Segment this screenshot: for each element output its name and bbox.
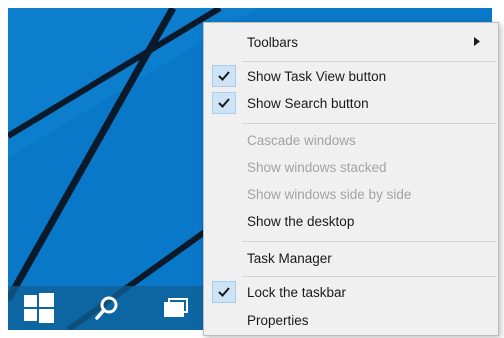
start-button[interactable] (14, 286, 64, 330)
menu-item-label: Task Manager (247, 250, 332, 266)
menu-item-label: Show windows stacked (247, 159, 387, 175)
menu-item-lock-the-taskbar[interactable]: Lock the taskbar (204, 279, 498, 305)
check-highlight (212, 281, 236, 303)
menu-separator (242, 61, 496, 62)
menu-item-properties[interactable]: Properties (204, 307, 498, 333)
menu-item-label: Show windows side by side (247, 186, 412, 202)
task-view-button[interactable] (152, 286, 202, 330)
menu-separator (242, 241, 496, 242)
menu-item-label: Properties (247, 312, 309, 328)
search-button[interactable] (82, 286, 132, 330)
windows-logo-icon (24, 293, 54, 323)
menu-item-label: Cascade windows (247, 132, 356, 148)
menu-item-toolbars[interactable]: Toolbars (204, 29, 498, 55)
menu-item-label: Toolbars (247, 34, 299, 50)
menu-item-label: Show Search button (247, 95, 369, 111)
check-highlight (212, 65, 236, 87)
menu-separator (242, 276, 496, 277)
menu-item-label: Show Task View button (247, 68, 387, 84)
menu-item-show-windows-side-by-side[interactable]: Show windows side by side (204, 181, 498, 207)
checkmark-icon (218, 287, 230, 297)
menu-item-cascade-windows[interactable]: Cascade windows (204, 127, 498, 153)
menu-item-label: Show the desktop (247, 213, 355, 229)
search-icon (95, 296, 118, 320)
menu-item-show-windows-stacked[interactable]: Show windows stacked (204, 154, 498, 180)
taskbar-context-menu: Toolbars Show Task View button Show Sear… (203, 22, 499, 336)
menu-item-label: Lock the taskbar (247, 284, 347, 300)
menu-item-show-the-desktop[interactable]: Show the desktop (204, 208, 498, 234)
menu-item-show-task-view-button[interactable]: Show Task View button (204, 63, 498, 89)
checkmark-icon (218, 71, 230, 81)
checkmark-icon (218, 98, 230, 108)
menu-item-show-search-button[interactable]: Show Search button (204, 90, 498, 116)
check-highlight (212, 92, 236, 114)
submenu-arrow-icon (474, 37, 480, 46)
menu-separator (242, 123, 496, 124)
task-view-icon (164, 298, 188, 317)
menu-item-task-manager[interactable]: Task Manager (204, 245, 498, 271)
